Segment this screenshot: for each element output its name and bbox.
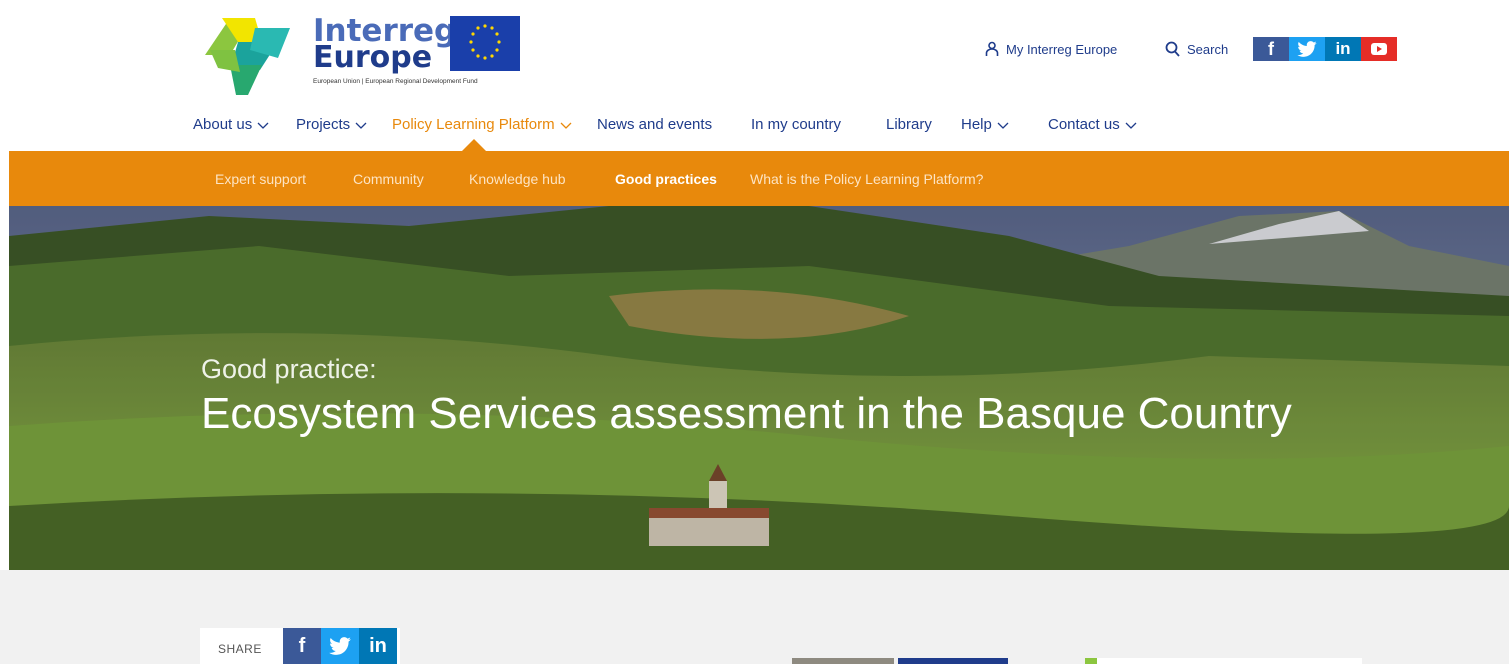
linkedin-icon[interactable]: in <box>359 628 397 664</box>
facebook-icon[interactable]: f <box>1253 37 1289 61</box>
chevron-down-icon <box>1125 122 1137 129</box>
logo-tagline: European Union | European Regional Devel… <box>313 78 478 85</box>
nav-item-label: Help <box>961 116 992 133</box>
chevron-down-icon <box>257 122 269 129</box>
subnav-item-knowledge-hub[interactable]: Knowledge hub <box>469 171 566 187</box>
nav-item-label: About us <box>193 116 253 133</box>
my-account-link[interactable]: My Interreg Europe <box>985 41 1117 57</box>
hero-kicker: Good practice: <box>201 354 377 384</box>
eu-flag-icon <box>450 16 520 71</box>
subnav-item-what-is-plp[interactable]: What is the Policy Learning Platform? <box>750 171 983 187</box>
search-icon <box>1165 41 1180 57</box>
chevron-down-icon <box>560 122 572 129</box>
active-nav-pointer <box>462 139 486 151</box>
nav-item-policy-learning-platform[interactable]: Policy Learning Platform <box>392 116 572 133</box>
user-icon <box>985 41 999 56</box>
content-panel <box>1097 658 1362 664</box>
search-link[interactable]: Search <box>1165 41 1228 57</box>
content-tab-1[interactable] <box>792 658 894 664</box>
logo-word-europe: Europe <box>313 40 433 75</box>
nav-item-about-us[interactable]: About us <box>193 116 269 133</box>
logo-mark-icon <box>205 18 290 95</box>
chevron-down-icon <box>355 122 367 129</box>
facebook-icon[interactable]: f <box>283 628 321 664</box>
social-links: f in <box>1253 37 1397 61</box>
nav-item-label: Library <box>886 116 932 133</box>
nav-item-label: Policy Learning Platform <box>392 116 555 133</box>
twitter-icon[interactable] <box>1289 37 1325 61</box>
content-accent <box>1085 658 1097 664</box>
subnav-item-expert-support[interactable]: Expert support <box>215 171 306 187</box>
youtube-icon[interactable] <box>1361 37 1397 61</box>
nav-item-in-my-country[interactable]: In my country <box>751 116 841 133</box>
sub-nav: Expert support Community Knowledge hub G… <box>9 151 1509 206</box>
subnav-item-community[interactable]: Community <box>353 171 424 187</box>
hero-banner: Good practice: Ecosystem Services assess… <box>9 206 1509 570</box>
search-label: Search <box>1187 41 1229 57</box>
nav-item-contact-us[interactable]: Contact us <box>1048 116 1137 133</box>
nav-item-news-and-events[interactable]: News and events <box>597 116 712 133</box>
nav-item-library[interactable]: Library <box>886 116 932 133</box>
linkedin-icon[interactable]: in <box>1325 37 1361 61</box>
nav-item-label: News and events <box>597 116 713 133</box>
twitter-icon[interactable] <box>321 628 359 664</box>
page-title: Ecosystem Services assessment in the Bas… <box>201 389 1292 438</box>
share-label: SHARE <box>218 642 262 656</box>
my-account-label: My Interreg Europe <box>1006 41 1118 57</box>
share-bar: SHARE f in <box>200 628 400 664</box>
nav-item-label: In my country <box>751 116 842 133</box>
nav-item-label: Contact us <box>1048 116 1120 133</box>
nav-item-label: Projects <box>296 116 351 133</box>
interreg-europe-logo[interactable]: Interreg Europe European Union | Europea… <box>200 10 540 100</box>
nav-item-projects[interactable]: Projects <box>296 116 367 133</box>
site-header: Interreg Europe European Union | Europea… <box>0 0 1509 150</box>
content-tab-2[interactable] <box>898 658 1008 664</box>
subnav-item-good-practices[interactable]: Good practices <box>615 171 717 187</box>
nav-item-help[interactable]: Help <box>961 116 1009 133</box>
chevron-down-icon <box>997 122 1009 129</box>
